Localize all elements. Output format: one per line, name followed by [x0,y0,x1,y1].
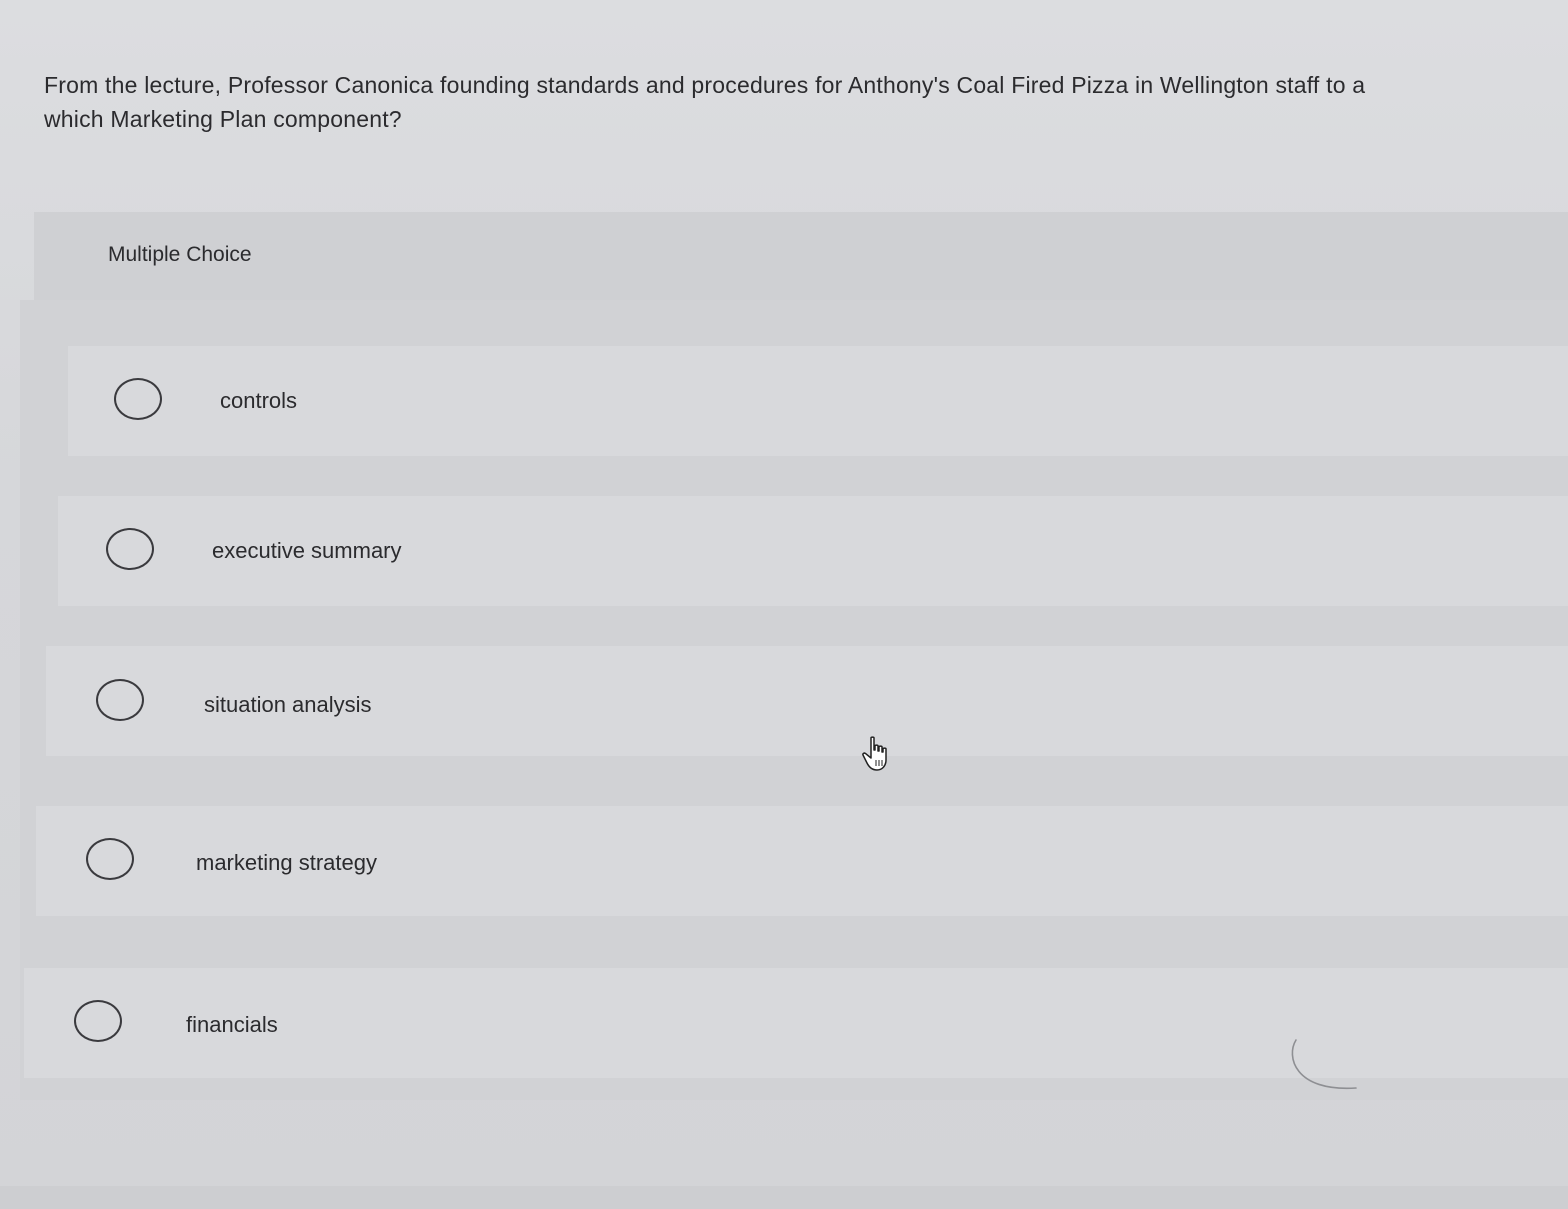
question-prompt: From the lecture, Professor Canonica fou… [44,68,1564,136]
radio-unselected-icon[interactable] [114,378,162,420]
quiz-page: From the lecture, Professor Canonica fou… [0,0,1568,1209]
radio-unselected-icon[interactable] [96,679,144,721]
question-type-label: Multiple Choice [108,243,252,266]
question-line-1: From the lecture, Professor Canonica fou… [44,72,1366,98]
option-situation-analysis[interactable]: situation analysis [46,646,1568,756]
hand-pointer-icon [862,736,887,771]
option-label: situation analysis [204,692,372,717]
option-marketing-strategy[interactable]: marketing strategy [36,806,1568,916]
option-label: financials [186,1012,278,1037]
question-type-header [34,212,1568,306]
radio-unselected-icon[interactable] [106,528,154,570]
question-line-2: which Marketing Plan component? [44,106,402,132]
option-label: marketing strategy [196,850,377,875]
loading-spinner-icon [1291,1039,1357,1089]
option-controls[interactable]: controls [68,346,1568,456]
option-executive-summary[interactable]: executive summary [58,496,1568,606]
radio-unselected-icon[interactable] [86,838,134,880]
page-footer-band [0,1186,1568,1209]
option-label: executive summary [212,538,402,563]
option-label: controls [220,388,298,413]
radio-unselected-icon[interactable] [74,1000,122,1042]
